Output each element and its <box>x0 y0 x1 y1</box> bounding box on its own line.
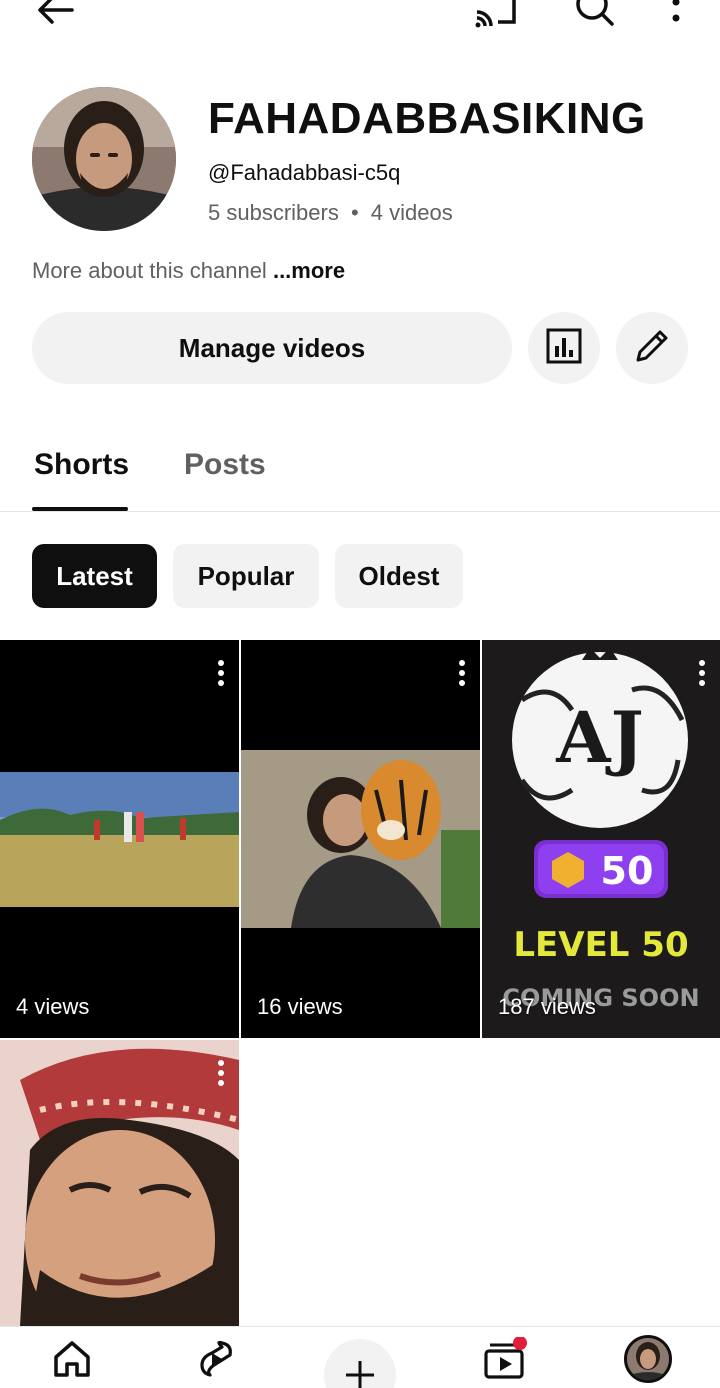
short-thumbnail <box>0 640 239 1038</box>
profile-avatar-icon[interactable] <box>624 1335 672 1383</box>
tab-posts[interactable]: Posts <box>184 448 266 482</box>
filter-chip-popular[interactable]: Popular <box>173 544 319 608</box>
short-tile[interactable]: AJ 50 LEVEL 50 COMING SOON 187 views <box>482 640 720 1038</box>
pencil-icon <box>632 326 672 371</box>
short-tile[interactable]: 16 views <box>241 640 480 1038</box>
manage-videos-button[interactable]: Manage videos <box>32 312 512 384</box>
short-views: 16 views <box>257 994 343 1019</box>
home-icon[interactable] <box>50 1337 94 1386</box>
level-title: LEVEL 50 <box>513 925 688 965</box>
filter-chip-oldest[interactable]: Oldest <box>335 544 463 608</box>
bottom-navigation <box>0 1326 720 1388</box>
channel-tabs: Shorts Posts <box>0 430 720 512</box>
more-vert-icon[interactable] <box>698 660 706 691</box>
stats-separator: • <box>350 200 359 225</box>
about-channel-link[interactable]: More about this channel ...more <box>32 258 345 284</box>
short-views: 4 views <box>16 994 90 1019</box>
short-thumbnail <box>0 1040 239 1326</box>
video-count: 4 videos <box>370 200 453 225</box>
short-tile[interactable]: 4 views <box>0 640 239 1038</box>
filter-chip-latest[interactable]: Latest <box>32 544 157 608</box>
channel-stats: 5 subscribers • 4 videos <box>208 200 453 226</box>
top-app-bar <box>0 0 720 40</box>
more-vert-icon[interactable] <box>664 0 688 37</box>
back-arrow-icon[interactable] <box>34 0 78 33</box>
analytics-icon <box>544 326 584 371</box>
short-thumbnail <box>241 640 480 1038</box>
channel-name: FAHADABBASIKING <box>208 94 646 143</box>
create-icon[interactable] <box>324 1339 396 1388</box>
more-vert-icon[interactable] <box>217 660 225 691</box>
analytics-button[interactable] <box>528 312 600 384</box>
channel-avatar[interactable] <box>32 87 176 231</box>
channel-handle: @Fahadabbasi-c5q <box>208 160 401 185</box>
short-thumbnail: AJ 50 LEVEL 50 COMING SOON <box>482 640 720 1038</box>
level-badge-value: 50 <box>601 849 654 893</box>
short-views: 187 views <box>498 994 596 1019</box>
search-icon[interactable] <box>572 0 618 37</box>
more-vert-icon[interactable] <box>217 1060 225 1091</box>
short-tile[interactable] <box>0 1040 239 1326</box>
subscriptions-icon[interactable] <box>482 1336 532 1386</box>
tab-shorts[interactable]: Shorts <box>34 448 129 482</box>
about-more-link[interactable]: ...more <box>273 258 345 283</box>
svg-text:AJ: AJ <box>555 696 643 779</box>
about-text: More about this channel <box>32 258 267 283</box>
edit-channel-button[interactable] <box>616 312 688 384</box>
cast-icon[interactable] <box>474 0 520 35</box>
shorts-icon[interactable] <box>194 1337 238 1386</box>
more-vert-icon[interactable] <box>458 660 466 691</box>
subscriber-count: 5 subscribers <box>208 200 339 225</box>
tab-selected-indicator <box>32 507 128 511</box>
